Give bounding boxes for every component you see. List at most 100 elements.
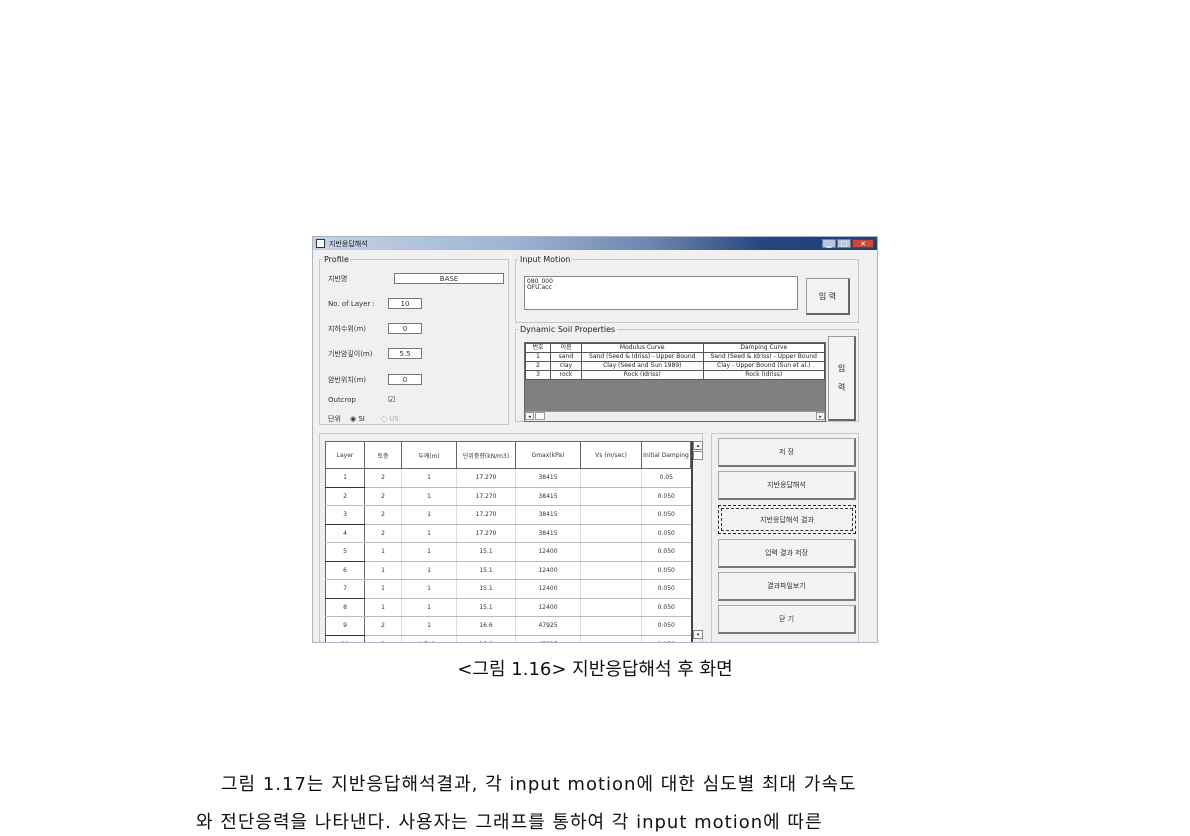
- soil-horizontal-scrollbar[interactable]: ◂ ▸: [525, 411, 825, 421]
- layer-col-header[interactable]: 두께(m): [401, 441, 457, 469]
- soil-cell-modulus[interactable]: Clay (Seed and Sun 1989): [581, 361, 704, 371]
- soil-col-header[interactable]: Modulus Curve: [581, 343, 704, 353]
- site-name-input[interactable]: BASE: [394, 273, 504, 284]
- layer-cell[interactable]: 1: [364, 598, 402, 617]
- layer-row[interactable]: 3 2 1 17.270 38415 0.050: [325, 505, 691, 525]
- soil-cell-name[interactable]: clay: [550, 361, 582, 371]
- layer-cell[interactable]: 0.050: [641, 505, 691, 525]
- layer-vertical-scrollbar[interactable]: ▴ ▾: [693, 441, 703, 639]
- title-bar[interactable]: 지반응답해석 ▁ □ ✕: [313, 237, 877, 250]
- layer-cell[interactable]: 15.1: [456, 579, 516, 599]
- maximize-button[interactable]: □: [837, 239, 851, 248]
- layer-row[interactable]: 9 2 1 16.6 47925 0.050: [325, 616, 691, 636]
- layer-cell[interactable]: 2: [364, 616, 402, 636]
- soil-col-header[interactable]: 번호: [525, 343, 551, 353]
- layer-cell[interactable]: 12400: [515, 598, 581, 617]
- minimize-button[interactable]: ▁: [822, 239, 836, 248]
- bedrock-depth-input[interactable]: 5.5: [388, 348, 422, 359]
- scroll-thumb[interactable]: [693, 451, 703, 460]
- unit-radio-us[interactable]: ○ US: [381, 415, 399, 423]
- layer-cell[interactable]: 1: [364, 561, 402, 580]
- layer-cell[interactable]: [580, 561, 642, 580]
- layer-cell[interactable]: 0.050: [641, 561, 691, 580]
- layer-cell[interactable]: 47925: [515, 616, 581, 636]
- layer-cell[interactable]: 17.270: [456, 505, 516, 525]
- layer-cell[interactable]: 17.270: [456, 468, 516, 488]
- layer-cell[interactable]: 12400: [515, 579, 581, 599]
- layer-col-header[interactable]: 토층: [364, 441, 402, 469]
- analysis-result-button[interactable]: 지반응답해석 결과: [718, 505, 856, 534]
- layer-cell[interactable]: 2: [364, 505, 402, 525]
- layer-cell[interactable]: 0.050: [641, 524, 691, 543]
- layer-cell[interactable]: 15.1: [456, 561, 516, 580]
- layer-row[interactable]: 102infinite16.647925 0.050: [325, 635, 691, 642]
- layer-cell[interactable]: 0.05: [641, 468, 691, 488]
- soil-col-header[interactable]: 이름: [550, 343, 582, 353]
- layer-cell[interactable]: 38415: [515, 505, 581, 525]
- layer-row[interactable]: 8 1 1 15.1 12400 0.050: [325, 598, 691, 617]
- layer-cell[interactable]: 0.050: [641, 579, 691, 599]
- outcrop-checkbox[interactable]: ☑: [388, 395, 395, 404]
- layer-cell[interactable]: 1: [401, 524, 457, 543]
- layer-col-header[interactable]: Layer: [325, 441, 365, 469]
- scroll-right-icon[interactable]: ▸: [816, 412, 825, 420]
- layer-col-header[interactable]: Initial Damping: [641, 441, 691, 469]
- layer-cell[interactable]: [580, 468, 642, 488]
- save-button[interactable]: 저 장: [718, 438, 856, 467]
- soil-cell-name[interactable]: sand: [550, 352, 582, 362]
- layer-cell[interactable]: 17.270: [456, 524, 516, 543]
- layer-cell[interactable]: 2: [364, 487, 402, 506]
- layer-cell[interactable]: [580, 579, 642, 599]
- layer-row[interactable]: 2 2 1 17.270 38415 0.050: [325, 487, 691, 506]
- soil-cell-modulus[interactable]: Sand (Seed & Idriss) - Upper Bound: [581, 352, 704, 362]
- layer-row[interactable]: 4 2 1 17.270 38415 0.050: [325, 524, 691, 543]
- layer-cell[interactable]: [580, 542, 642, 562]
- layer-cell[interactable]: [580, 487, 642, 506]
- layer-cell[interactable]: 12400: [515, 542, 581, 562]
- view-result-file-button[interactable]: 결과파일보기: [718, 572, 856, 601]
- layer-cell[interactable]: 1: [401, 579, 457, 599]
- soil-cell-damping[interactable]: Clay - Upper Bound (Sun et al.): [702, 361, 825, 371]
- layer-cell[interactable]: 0.050: [641, 616, 691, 636]
- layer-cell[interactable]: 2: [364, 635, 402, 642]
- run-analysis-button[interactable]: 지반응답해석: [718, 471, 856, 500]
- close-button[interactable]: ✕: [852, 239, 874, 248]
- scroll-up-icon[interactable]: ▴: [693, 441, 703, 450]
- layer-cell[interactable]: 38415: [515, 487, 581, 506]
- layer-cell[interactable]: 1: [364, 542, 402, 562]
- layer-table[interactable]: Layer 토층 두께(m) 단위중량(kN/m3) Gmax(kPa) Vs …: [325, 441, 693, 642]
- layer-cell[interactable]: [580, 505, 642, 525]
- layer-cell[interactable]: 2: [364, 468, 402, 488]
- layer-cell[interactable]: 1: [364, 579, 402, 599]
- layer-cell[interactable]: 0.050: [641, 598, 691, 617]
- soil-row[interactable]: 3 rock Rock (Idriss) Rock (Idriss): [525, 370, 825, 380]
- scroll-thumb[interactable]: [535, 412, 545, 420]
- layer-row[interactable]: 5 1 1 15.1 12400 0.050: [325, 542, 691, 562]
- groundwater-input[interactable]: 0: [388, 323, 422, 334]
- soil-cell-damping[interactable]: Sand (Seed & Idriss) - Upper Bound: [702, 352, 825, 362]
- layer-cell[interactable]: 1: [401, 542, 457, 562]
- layer-cell[interactable]: 1: [401, 598, 457, 617]
- layer-cell[interactable]: 15.1: [456, 542, 516, 562]
- layer-cell[interactable]: 38415: [515, 524, 581, 543]
- layer-cell[interactable]: 0.050: [641, 635, 691, 642]
- layer-count-input[interactable]: 10: [388, 298, 422, 309]
- layer-col-header[interactable]: Vs (m/sec): [580, 441, 642, 469]
- layer-cell[interactable]: [580, 598, 642, 617]
- save-input-result-button[interactable]: 입력 결과 저장: [718, 539, 856, 568]
- layer-cell[interactable]: [580, 635, 642, 642]
- layer-cell[interactable]: 38415: [515, 468, 581, 488]
- soil-cell-damping[interactable]: Rock (Idriss): [702, 370, 825, 380]
- soil-cell-modulus[interactable]: Rock (Idriss): [581, 370, 704, 380]
- layer-row[interactable]: 7 1 1 15.1 12400 0.050: [325, 579, 691, 599]
- layer-cell[interactable]: 12400: [515, 561, 581, 580]
- soil-row[interactable]: 1 sand Sand (Seed & Idriss) - Upper Boun…: [525, 352, 825, 362]
- layer-cell[interactable]: 1: [401, 468, 457, 488]
- layer-row[interactable]: 1 2 1 17.270 38415 0.05: [325, 468, 691, 488]
- layer-cell[interactable]: 1: [401, 616, 457, 636]
- layer-cell[interactable]: 16.6: [456, 616, 516, 636]
- soil-properties-grid[interactable]: 번호 이름 Modulus Curve Damping Curve 1 sand…: [524, 342, 826, 422]
- unit-radio-si[interactable]: ◉ SI: [350, 415, 365, 423]
- soil-row[interactable]: 2 clay Clay (Seed and Sun 1989) Clay - U…: [525, 361, 825, 371]
- layer-row[interactable]: 6 1 1 15.1 12400 0.050: [325, 561, 691, 580]
